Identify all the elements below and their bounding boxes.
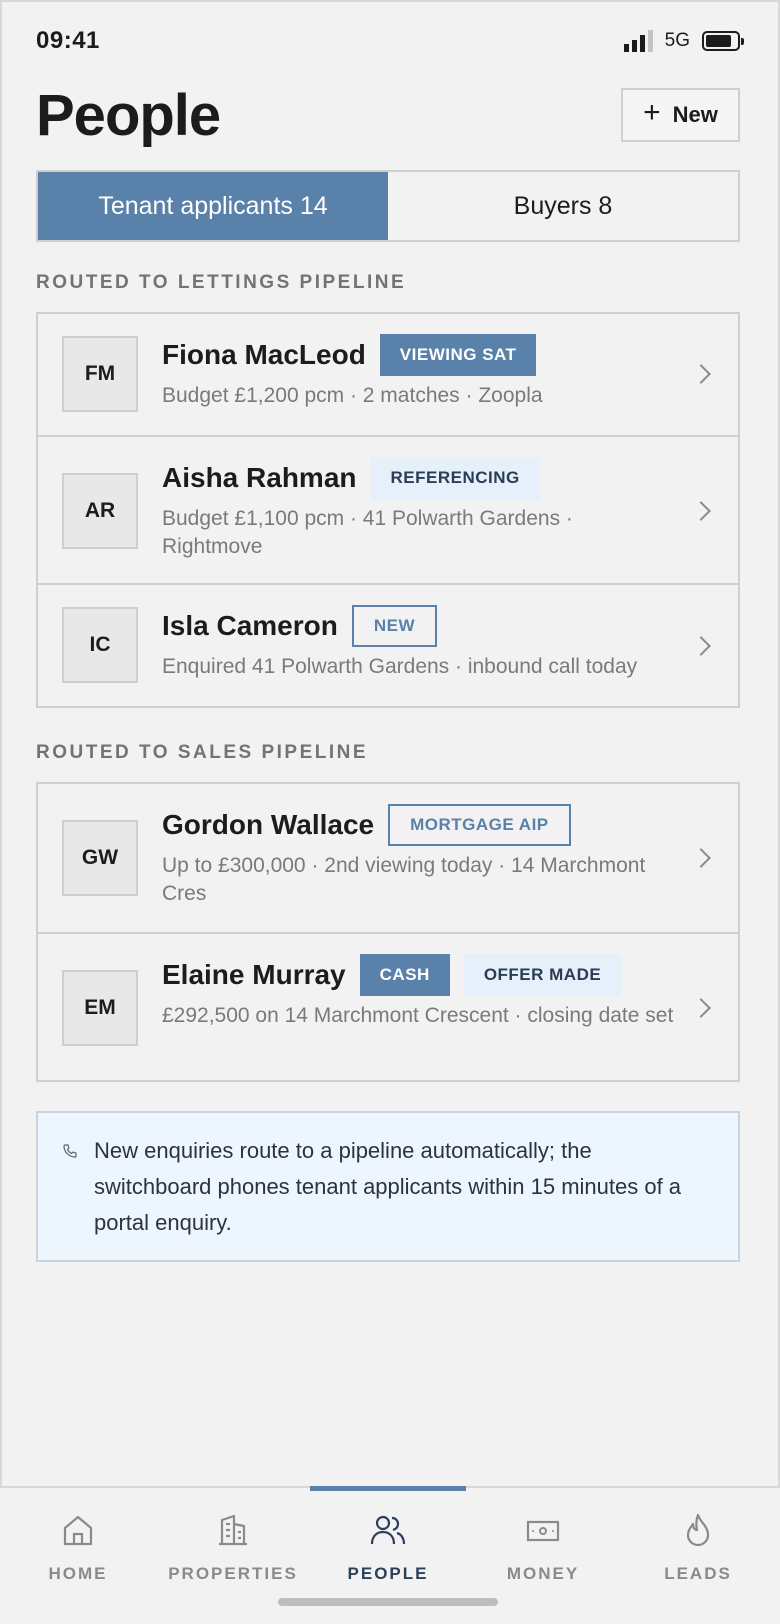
signal-icon (623, 30, 653, 52)
status-badge: OFFER MADE (463, 954, 622, 996)
segment-buyers[interactable]: Buyers 8 (388, 172, 738, 240)
status-badge: VIEWING SAT (379, 334, 537, 376)
people-icon (370, 1515, 406, 1545)
info-note-text: New enquiries route to a pipeline automa… (94, 1138, 682, 1235)
sales-list: GW Gordon Wallace MORTGAGE AIP Up to £30… (36, 782, 740, 1082)
banknote-icon (526, 1520, 560, 1542)
chevron-right-icon (691, 848, 711, 868)
avatar: AR (62, 473, 138, 549)
tab-home[interactable]: HOME (0, 1488, 156, 1598)
segment-tenant-applicants[interactable]: Tenant applicants 14 (38, 172, 388, 240)
chevron-right-icon (691, 998, 711, 1018)
new-person-button[interactable]: + New (621, 88, 740, 142)
chevron-right-icon (691, 364, 711, 384)
page-title: People (36, 83, 221, 148)
list-item-elaine-murray[interactable]: EM Elaine Murray CASH OFFER MADE £292,50… (38, 932, 738, 1080)
list-item-isla-cameron[interactable]: IC Isla Cameron NEW Enquired 41 Polwarth… (38, 583, 738, 706)
battery-icon (702, 31, 744, 51)
person-name: Gordon Wallace (162, 809, 375, 840)
tab-label: LEADS (664, 1564, 732, 1583)
status-badge: NEW (351, 605, 438, 647)
home-icon (63, 1515, 93, 1546)
tab-label: HOME (48, 1564, 108, 1583)
person-name: Fiona MacLeod (162, 339, 366, 370)
list-item-gordon-wallace[interactable]: GW Gordon Wallace MORTGAGE AIP Up to £30… (38, 784, 738, 932)
person-detail: Budget £1,200 pcm · 2 matches · Zoopla (162, 384, 543, 407)
status-time: 09:41 (36, 27, 100, 54)
chevron-right-icon (691, 636, 711, 656)
section-label-sales: ROUTED TO SALES PIPELINE (36, 742, 369, 763)
tab-label: PEOPLE (347, 1564, 429, 1583)
avatar: IC (62, 607, 138, 683)
person-detail: Budget £1,100 pcm · 41 Polwarth Gardens … (162, 507, 573, 558)
tab-people[interactable]: PEOPLE (310, 1488, 466, 1598)
person-name: Isla Cameron (162, 610, 338, 641)
avatar: GW (62, 820, 138, 896)
person-name: Elaine Murray (162, 959, 346, 990)
avatar: FM (62, 336, 138, 412)
person-detail: £292,500 on 14 Marchmont Crescent · clos… (162, 1004, 674, 1027)
lettings-list: FM Fiona MacLeod VIEWING SAT Budget £1,2… (36, 312, 740, 708)
status-badge: REFERENCING (370, 457, 540, 499)
tab-label: PROPERTIES (168, 1564, 298, 1583)
list-item-aisha-rahman[interactable]: AR Aisha Rahman REFERENCING Budget £1,10… (38, 435, 738, 583)
avatar: EM (62, 970, 138, 1046)
home-indicator (278, 1598, 498, 1606)
status-indicators: 5G (623, 30, 744, 52)
people-segmented-control: Tenant applicants 14 Buyers 8 (36, 170, 740, 242)
tab-leads[interactable]: LEADS (620, 1488, 776, 1598)
list-item-fiona-macleod[interactable]: FM Fiona MacLeod VIEWING SAT Budget £1,2… (38, 314, 738, 435)
section-label-lettings: ROUTED TO LETTINGS PIPELINE (36, 272, 407, 293)
plus-icon: + (643, 96, 661, 129)
building-icon (219, 1514, 247, 1546)
person-name: Aisha Rahman (162, 462, 357, 493)
chevron-right-icon (691, 501, 711, 521)
status-badge: CASH (359, 954, 450, 996)
network-label: 5G (664, 30, 690, 51)
tab-label: MONEY (506, 1564, 580, 1583)
info-note: New enquiries route to a pipeline automa… (36, 1111, 740, 1262)
tab-money[interactable]: MONEY (465, 1488, 621, 1598)
status-badge: MORTGAGE AIP (388, 804, 571, 846)
flame-icon (686, 1513, 710, 1547)
person-detail: Up to £300,000 · 2nd viewing today · 14 … (162, 854, 646, 905)
tab-properties[interactable]: PROPERTIES (155, 1488, 311, 1598)
person-detail: Enquired 41 Polwarth Gardens · inbound c… (162, 655, 638, 678)
new-button-label: New (672, 102, 718, 127)
phone-icon (63, 1144, 77, 1158)
status-bar: 09:41 5G (36, 24, 744, 58)
